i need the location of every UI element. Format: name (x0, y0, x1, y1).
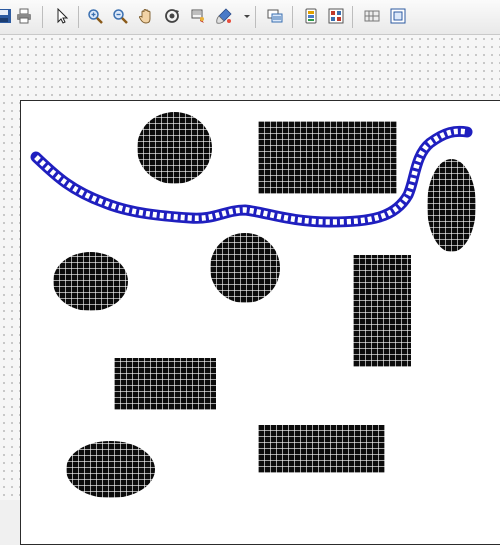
blue-path-overlay (30, 125, 473, 228)
